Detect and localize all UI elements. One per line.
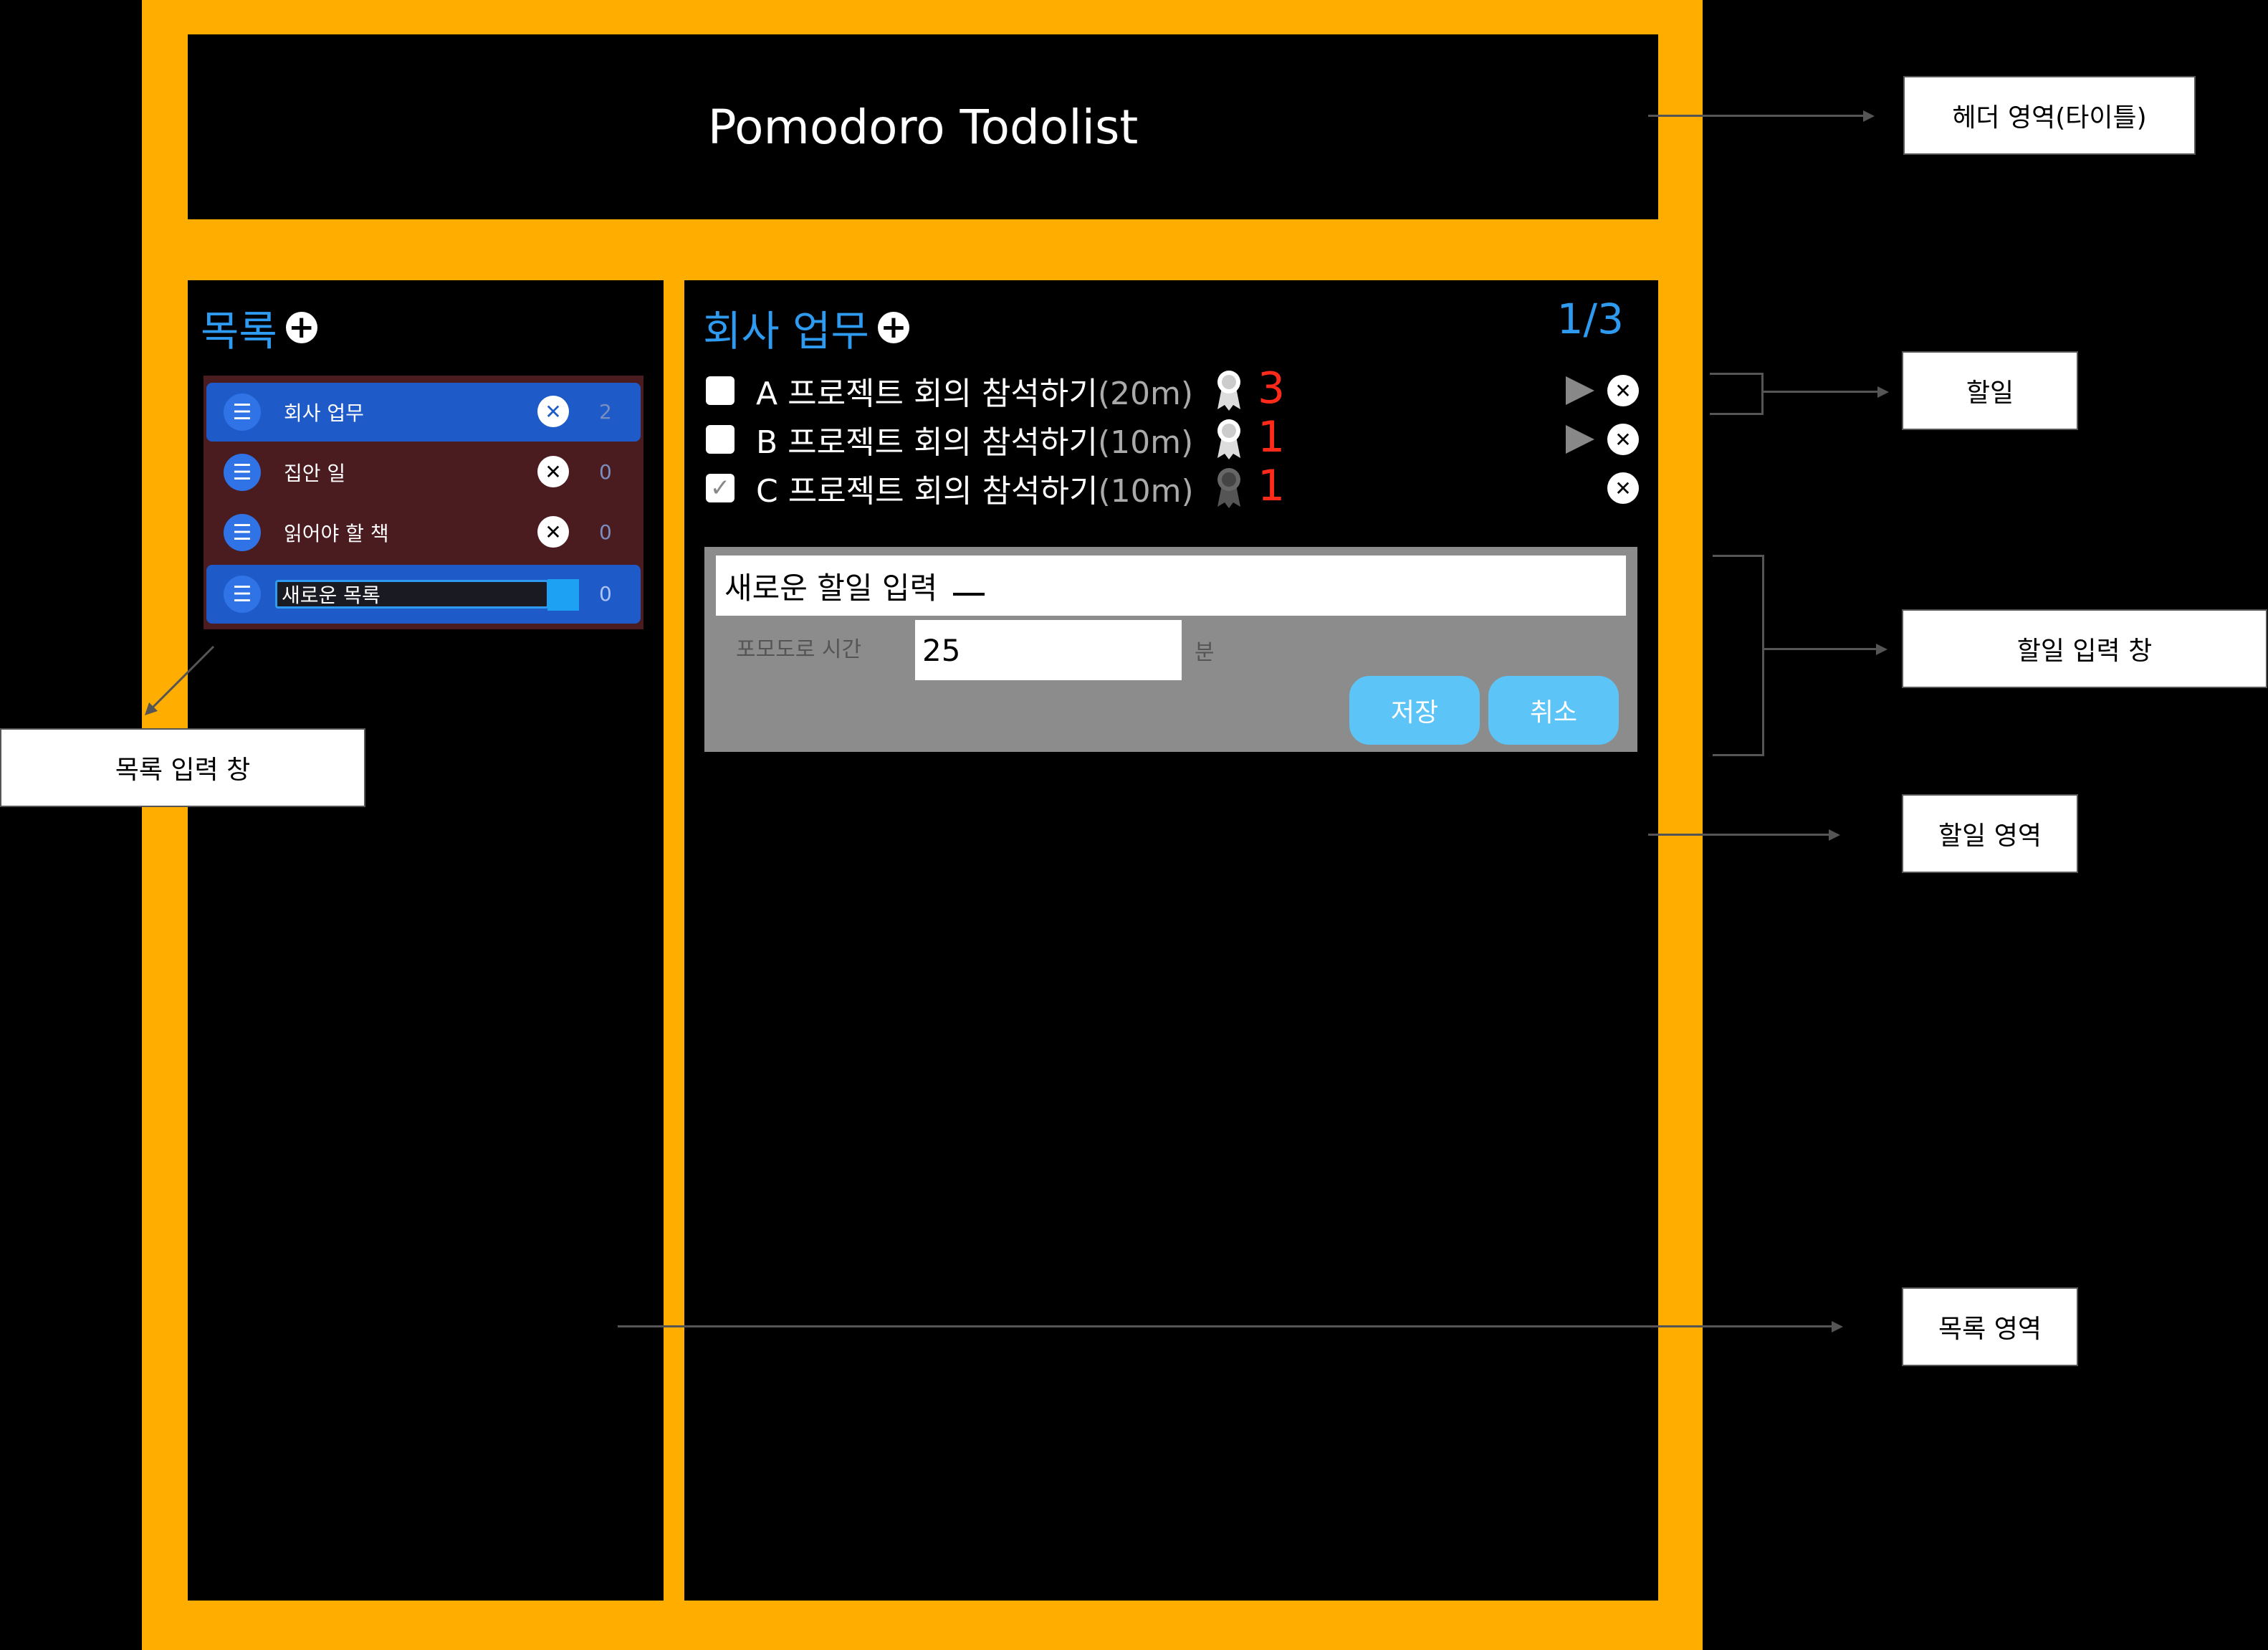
list-item-label: 읽어야 할 책 xyxy=(284,522,389,545)
todo-label: B 프로젝트 회의 참석하기(10m) xyxy=(756,424,1194,461)
todo-checkbox-checked[interactable]: ✓ xyxy=(706,474,735,502)
annotation-line xyxy=(1648,834,1834,836)
delete-list-icon[interactable]: ✕ xyxy=(537,396,569,427)
list-item-count: 0 xyxy=(599,520,612,544)
text-cursor xyxy=(953,593,985,596)
app-title: Pomodoro Todolist xyxy=(707,99,1139,155)
save-button[interactable]: 저장 xyxy=(1349,676,1480,745)
annotation-line xyxy=(1763,391,1883,393)
todo-checkbox[interactable] xyxy=(706,425,735,454)
list-item-work[interactable]: ☰ 회사 업무 ✕ 2 xyxy=(206,383,641,442)
list-item-count: 0 xyxy=(599,460,612,484)
list-item-label: 회사 업무 xyxy=(284,401,364,425)
pomodoro-count: 1 xyxy=(1258,412,1286,462)
medal-icon xyxy=(1217,419,1240,459)
annotation-list-area: 목록 영역 xyxy=(1902,1287,2078,1366)
annotation-list-input: 목록 입력 창 xyxy=(0,728,365,807)
annotation-arrow xyxy=(145,645,215,715)
annotation-line xyxy=(1713,555,1764,557)
pomodoro-time-label: 포모도로 시간 xyxy=(736,637,862,662)
list-item-count: 0 xyxy=(599,582,612,606)
confirm-list-button[interactable] xyxy=(547,579,579,611)
arrow-head xyxy=(1863,110,1875,122)
todo-item: B 프로젝트 회의 참석하기(10m) 1 ✕ xyxy=(706,412,1639,462)
delete-todo-icon[interactable]: ✕ xyxy=(1607,424,1639,455)
header: Pomodoro Todolist xyxy=(188,34,1658,219)
arrow-head xyxy=(1832,1321,1843,1332)
arrow-head xyxy=(1829,829,1840,841)
annotation-line xyxy=(1763,648,1882,650)
list-item-home[interactable]: ☰ 집안 일 ✕ 0 xyxy=(206,443,641,502)
play-icon[interactable] xyxy=(1566,425,1594,454)
annotation-line xyxy=(1762,555,1764,756)
list-box: ☰ 회사 업무 ✕ 2 ☰ 집안 일 ✕ 0 ☰ 읽어야 할 책 ✕ 0 ☰ 새… xyxy=(204,376,643,629)
todo-input-form: 새로운 할일 입력 포모도로 시간 25 분 저장 취소 xyxy=(704,547,1637,752)
arrow-head xyxy=(1876,644,1887,655)
list-panel-title: 목록 xyxy=(201,307,277,356)
page-indicator: 1/3 xyxy=(1556,295,1624,343)
list-bullet-icon: ☰ xyxy=(224,576,261,613)
list-panel-header: 목록 xyxy=(201,297,317,358)
list-bullet-icon: ☰ xyxy=(224,514,261,551)
list-item-count: 2 xyxy=(599,400,612,424)
todo-item: A 프로젝트 회의 참석하기(20m) 3 ✕ xyxy=(706,363,1639,414)
cancel-button[interactable]: 취소 xyxy=(1488,676,1619,745)
todo-panel-header: 회사 업무 xyxy=(703,297,909,358)
list-bullet-icon: ☰ xyxy=(224,394,261,431)
list-item-books[interactable]: ☰ 읽어야 할 책 ✕ 0 xyxy=(206,503,641,562)
medal-icon xyxy=(1217,468,1240,508)
pomodoro-count: 1 xyxy=(1258,461,1286,511)
add-list-icon[interactable] xyxy=(285,312,317,343)
todo-label: C 프로젝트 회의 참석하기(10m) xyxy=(756,473,1194,510)
todo-panel-title: 회사 업무 xyxy=(703,307,869,356)
annotation-line xyxy=(1710,413,1763,415)
delete-list-icon[interactable]: ✕ xyxy=(537,516,569,548)
annotation-line xyxy=(1710,373,1763,375)
todo-label: A 프로젝트 회의 참석하기(20m) xyxy=(756,376,1194,412)
todo-input[interactable]: 새로운 할일 입력 xyxy=(716,555,1626,616)
annotation-todo-area: 할일 영역 xyxy=(1902,794,2078,873)
list-item-new: ☰ 새로운 목록 0 xyxy=(206,565,641,624)
todo-checkbox[interactable] xyxy=(706,376,735,405)
arrow-head xyxy=(1877,386,1889,398)
todo-panel: 회사 업무 1/3 A 프로젝트 회의 참석하기(20m) 3 ✕ B 프로젝트… xyxy=(684,280,1658,1601)
delete-list-icon[interactable]: ✕ xyxy=(537,456,569,487)
annotation-line xyxy=(1648,115,1870,117)
new-list-input[interactable]: 새로운 목록 xyxy=(275,580,549,609)
annotation-line xyxy=(618,1325,1837,1327)
pomodoro-count: 3 xyxy=(1258,363,1286,414)
annotation-todo: 할일 xyxy=(1902,351,2078,430)
add-todo-icon[interactable] xyxy=(877,312,909,343)
annotation-line xyxy=(1761,373,1764,415)
todo-item: ✓ C 프로젝트 회의 참석하기(10m) 1 ✕ xyxy=(706,461,1639,511)
list-item-label: 집안 일 xyxy=(284,462,346,485)
list-bullet-icon: ☰ xyxy=(224,454,261,491)
pomodoro-time-input[interactable]: 25 xyxy=(915,620,1182,680)
annotation-line xyxy=(1713,754,1764,756)
pomodoro-unit-label: 분 xyxy=(1195,640,1215,665)
delete-todo-icon[interactable]: ✕ xyxy=(1607,472,1639,504)
medal-icon xyxy=(1217,371,1240,411)
play-icon[interactable] xyxy=(1566,376,1594,405)
annotation-header-area: 헤더 영역(타이틀) xyxy=(1903,76,2196,155)
delete-todo-icon[interactable]: ✕ xyxy=(1607,375,1639,406)
annotation-todo-input: 할일 입력 창 xyxy=(1902,609,2267,688)
list-panel: 목록 ☰ 회사 업무 ✕ 2 ☰ 집안 일 ✕ 0 ☰ 읽어야 할 책 ✕ 0 … xyxy=(188,280,664,1601)
